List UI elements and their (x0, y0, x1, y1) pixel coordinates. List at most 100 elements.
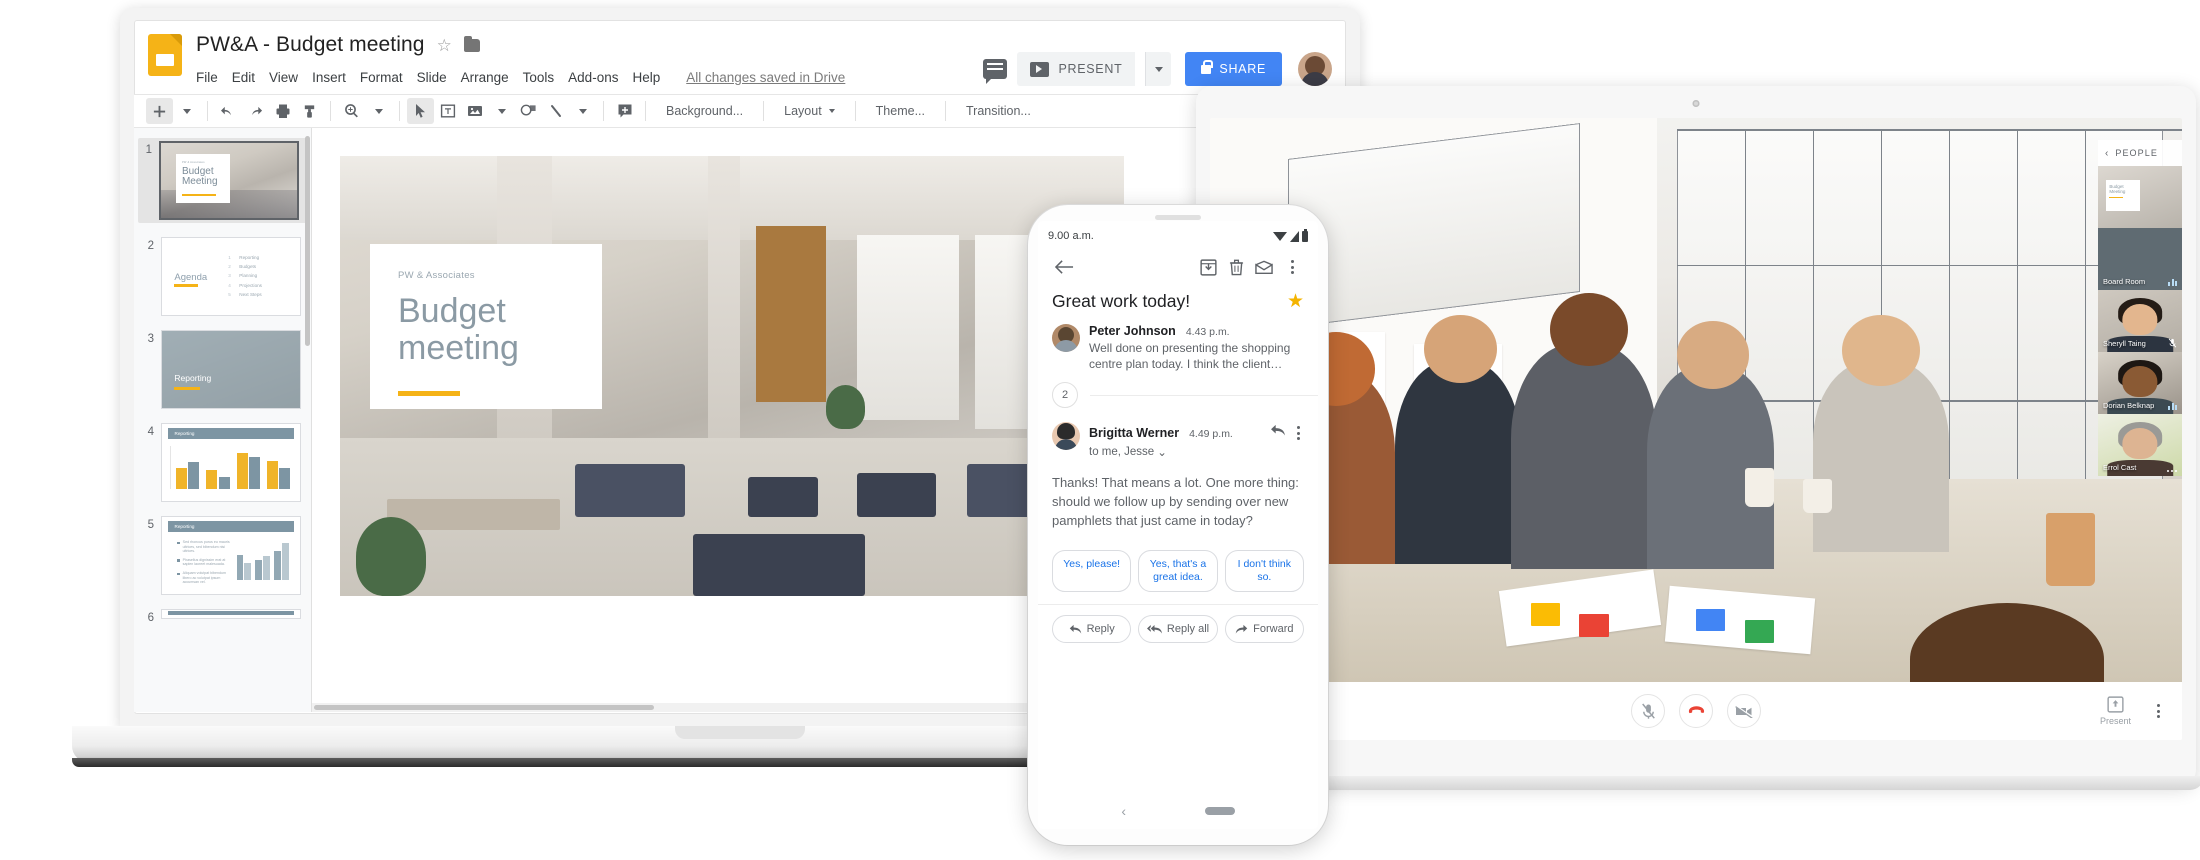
menu-item-edit[interactable]: Edit (232, 70, 255, 85)
layout-button[interactable]: Layout (771, 98, 848, 124)
people-panel[interactable]: ‹ PEOPLE Budget Meeting Board Room Shery… (2098, 140, 2182, 476)
line-icon[interactable] (542, 98, 569, 124)
slide-thumbnail-canvas[interactable]: Reporting (161, 423, 301, 502)
more-options-icon[interactable] (2153, 700, 2164, 722)
collapsed-message[interactable]: Peter Johnson 4.43 p.m. Well done on pre… (1038, 316, 1318, 376)
more-options-icon[interactable] (1293, 422, 1304, 444)
nav-home-pill[interactable] (1204, 807, 1235, 815)
back-arrow-icon[interactable] (1050, 253, 1078, 281)
bar-chart (175, 446, 291, 489)
status-icons (1273, 228, 1308, 242)
insert-image-dropdown-icon[interactable] (488, 98, 515, 124)
present-button[interactable]: Present (2100, 696, 2131, 726)
cursor-select-icon[interactable] (407, 98, 434, 124)
line-dropdown-icon[interactable] (569, 98, 596, 124)
smart-reply-chip-2[interactable]: Yes, that's a great idea. (1138, 550, 1218, 592)
star-icon[interactable]: ☆ (437, 37, 452, 54)
slide-thumbnail-5[interactable]: 5 Reporting Sed rhoncus purus eu mauris … (140, 516, 307, 595)
undo-icon[interactable] (215, 98, 242, 124)
slide-thumbnail-canvas[interactable]: PW & Associates Budget Meeting (159, 141, 299, 220)
slide-filmstrip[interactable]: 1 PW & Associates Budget Meeting 2 Agend… (134, 128, 312, 712)
menu-item-arrange[interactable]: Arrange (461, 70, 509, 85)
slide-thumbnail-3[interactable]: 3 Reporting (140, 330, 307, 409)
delete-icon[interactable] (1222, 253, 1250, 281)
participant-tile-board-room[interactable]: Board Room (2098, 228, 2182, 290)
chevron-left-icon[interactable]: ‹ (2105, 148, 2108, 159)
transition-button[interactable]: Transition... (953, 98, 1044, 124)
slide-thumbnail-canvas[interactable]: Reporting Sed rhoncus purus eu mauris ul… (161, 516, 301, 595)
status-bar: 9.00 a.m. (1038, 221, 1318, 247)
menu-item-format[interactable]: Format (360, 70, 403, 85)
message-recipients[interactable]: to me, Jesse ⌄ (1089, 445, 1304, 459)
audio-level-icon (2168, 279, 2177, 286)
present-button[interactable]: PRESENT (1017, 52, 1136, 86)
collapsed-count-badge[interactable]: 2 (1052, 382, 1078, 408)
slide-number: 3 (147, 333, 154, 345)
zoom-icon[interactable] (338, 98, 365, 124)
menu-item-insert[interactable]: Insert (312, 70, 346, 85)
shape-icon[interactable] (515, 98, 542, 124)
nav-back-icon[interactable]: ‹ (1121, 803, 1126, 819)
slide-thumbnail-2[interactable]: 2 Agenda 1 Reporting 2 Budgets 3 Planning 4… (140, 237, 307, 316)
avatar[interactable] (1298, 52, 1332, 86)
more-options-icon[interactable] (1278, 253, 1306, 281)
zoom-dropdown-icon[interactable] (365, 98, 392, 124)
slide-thumbnail-canvas[interactable]: Agenda 1 Reporting 2 Budgets 3 Planning 4 Pr… (161, 237, 301, 316)
mark-unread-icon[interactable] (1250, 253, 1278, 281)
hang-up-button[interactable] (1679, 694, 1713, 728)
comment-icon[interactable] (983, 59, 1008, 84)
folder-icon[interactable] (463, 35, 480, 52)
menu-item-view[interactable]: View (269, 70, 298, 85)
more-options-icon[interactable] (2166, 469, 2177, 472)
participant-tile-sheryll-taing[interactable]: Sheryll Taing (2098, 290, 2182, 352)
slide-thumbnail-1[interactable]: 1 PW & Associates Budget Meeting (138, 138, 307, 223)
menu-item-file[interactable]: File (196, 70, 218, 85)
add-slide-dropdown-icon[interactable] (173, 98, 200, 124)
smart-reply-chip-3[interactable]: I don't think so. (1224, 550, 1304, 592)
forward-button[interactable]: Forward (1224, 615, 1304, 643)
archive-icon[interactable] (1194, 253, 1222, 281)
collapsed-thread-row[interactable]: 2 (1038, 376, 1318, 414)
list-item: Phasellus dignissim erat at sapien laore… (177, 558, 235, 567)
text-box-icon[interactable] (434, 98, 461, 124)
accent-rule (174, 284, 199, 287)
save-status-link[interactable]: All changes saved in Drive (686, 70, 845, 85)
filmstrip-scrollbar[interactable] (305, 136, 310, 346)
print-icon[interactable] (269, 98, 296, 124)
add-comment-icon[interactable] (611, 98, 638, 124)
smart-reply-chip-1[interactable]: Yes, please! (1052, 550, 1132, 592)
background-button[interactable]: Background... (653, 98, 756, 124)
reply-button[interactable]: Reply (1052, 615, 1132, 643)
redo-icon[interactable] (242, 98, 269, 124)
add-slide-icon[interactable] (146, 98, 173, 124)
present-dropdown-button[interactable] (1145, 52, 1172, 86)
menu-item-slide[interactable]: Slide (417, 70, 447, 85)
tablet-base (1188, 776, 2200, 790)
title-bar-actions: PRESENT SHARE (983, 30, 1332, 86)
page-title[interactable]: PW&A - Budget meeting (196, 33, 425, 57)
paint-format-icon[interactable] (296, 98, 323, 124)
reply-all-button[interactable]: Reply all (1138, 615, 1218, 643)
reply-icon[interactable] (1270, 424, 1286, 442)
list-item: 1 Reporting (228, 254, 260, 260)
menu-item-addons[interactable]: Add-ons (568, 70, 618, 85)
active-slide[interactable]: PW & Associates Budget meeting (340, 156, 1124, 596)
participant-tile-errol-cast[interactable]: Errol Cast (2098, 414, 2182, 476)
slide-thumbnail-4[interactable]: 4 Reporting (140, 423, 307, 502)
meet-video-feed[interactable]: ‹ PEOPLE Budget Meeting Board Room Shery… (1210, 118, 2182, 682)
insert-image-icon[interactable] (461, 98, 488, 124)
camera-icon (1692, 100, 1700, 107)
menu-item-help[interactable]: Help (632, 70, 660, 85)
share-button[interactable]: SHARE (1185, 52, 1282, 86)
participant-tile-dorian-belknap[interactable]: Dorian Belknap (2098, 352, 2182, 414)
slide-thumbnail-6[interactable]: 6 (140, 609, 307, 624)
mic-muted-button[interactable] (1631, 694, 1665, 728)
theme-button[interactable]: Theme... (863, 98, 938, 124)
slide-thumbnail-canvas[interactable]: Reporting (161, 330, 301, 409)
camera-off-button[interactable] (1727, 694, 1761, 728)
participant-tile-presentation[interactable]: Budget Meeting (2098, 166, 2182, 228)
slide-thumbnail-canvas[interactable] (161, 609, 301, 619)
title-card[interactable]: PW & Associates Budget meeting (370, 244, 602, 409)
menu-item-tools[interactable]: Tools (523, 70, 555, 85)
star-icon[interactable]: ★ (1287, 292, 1304, 311)
